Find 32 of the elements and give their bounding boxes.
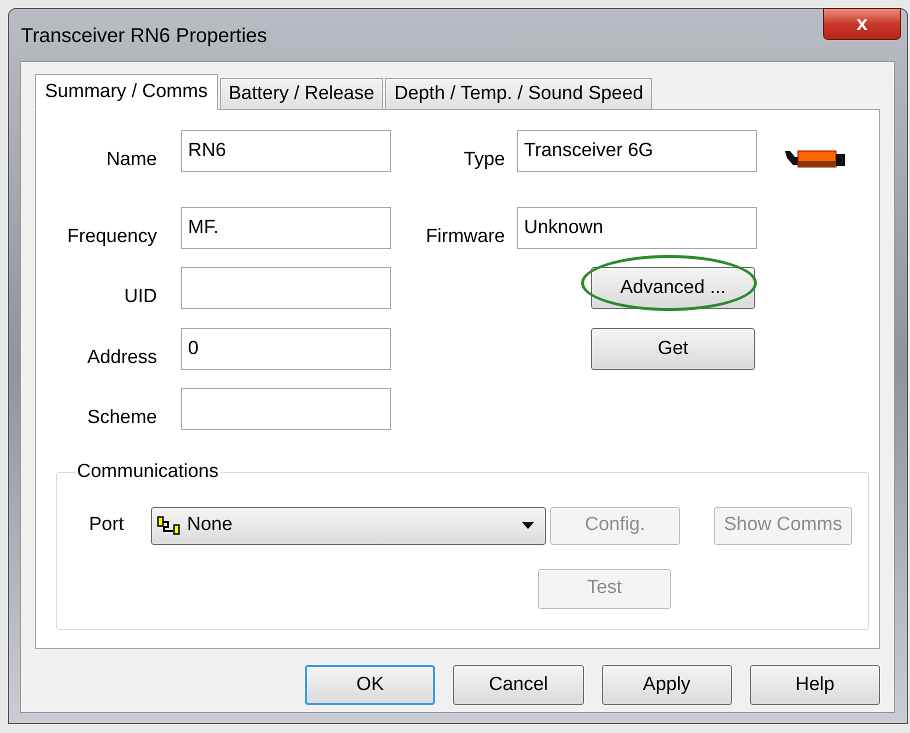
field-label: Frequency bbox=[66, 225, 158, 249]
tab[interactable]: Depth / Temp. / Sound Speed bbox=[385, 78, 652, 110]
dialog-button[interactable]: OK bbox=[305, 665, 436, 705]
text-field[interactable] bbox=[181, 388, 391, 430]
window-title: Transceiver RN6 Properties bbox=[21, 24, 268, 49]
dialog-button[interactable]: Cancel bbox=[453, 665, 584, 705]
transceiver-icon bbox=[785, 148, 847, 170]
field-label: Type bbox=[462, 148, 506, 172]
text-field[interactable]: 0 bbox=[181, 328, 391, 370]
group-title: Communications bbox=[76, 460, 220, 484]
dialog-button[interactable]: Apply bbox=[602, 665, 732, 705]
action-button[interactable]: Get bbox=[591, 328, 755, 370]
field-label: Scheme bbox=[86, 406, 158, 430]
dialog-button[interactable]: Help bbox=[750, 665, 880, 705]
action-button[interactable]: Advanced ... bbox=[591, 267, 755, 309]
field-label: Address bbox=[86, 346, 158, 370]
port-value: None bbox=[187, 513, 234, 538]
text-field[interactable] bbox=[181, 267, 391, 309]
text-field[interactable]: Transceiver 6G bbox=[517, 130, 757, 172]
dropdown-arrow-icon bbox=[522, 522, 534, 529]
text-field[interactable]: RN6 bbox=[181, 130, 391, 172]
port-label: Port bbox=[89, 513, 125, 538]
tab[interactable]: Battery / Release bbox=[220, 78, 384, 110]
port-dropdown[interactable]: None bbox=[151, 506, 546, 544]
field-label: Name bbox=[105, 148, 158, 172]
text-field[interactable]: Unknown bbox=[517, 207, 757, 249]
connector-icon bbox=[157, 516, 181, 536]
text-field[interactable]: MF. bbox=[181, 207, 391, 249]
close-button[interactable]: x bbox=[823, 8, 901, 40]
field-label: Firmware bbox=[424, 225, 506, 249]
tab[interactable]: Summary / Comms bbox=[35, 74, 218, 110]
field-label: UID bbox=[123, 285, 158, 309]
